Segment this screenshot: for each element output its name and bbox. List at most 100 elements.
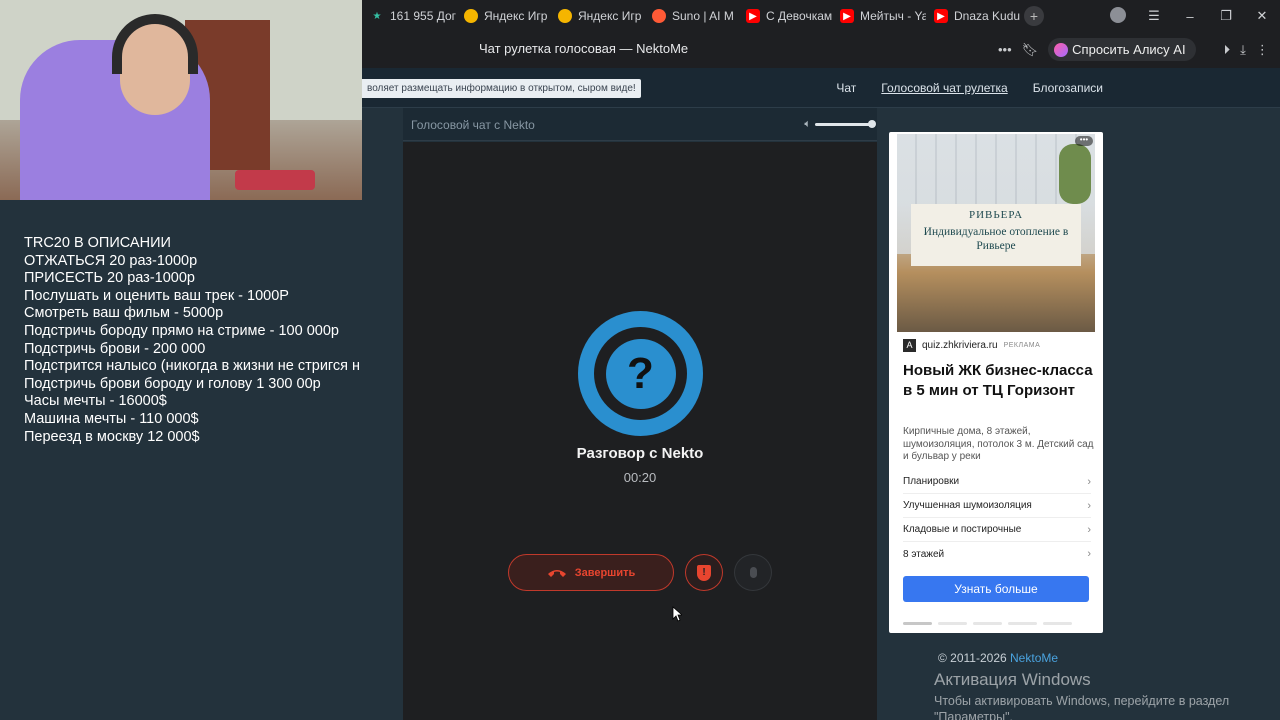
- browser-tab[interactable]: ▶ Мейтыч - Ya: [832, 0, 926, 32]
- site-header: воляет размещать информацию в открытом, …: [362, 68, 1280, 108]
- overlay-line: Подстричь бороду прямо на стриме - 100 0…: [24, 322, 339, 339]
- footer-link[interactable]: NektoMe: [1010, 651, 1058, 665]
- ad-link-item[interactable]: 8 этажей ›: [903, 542, 1091, 566]
- download-icon[interactable]: ⤓: [1240, 42, 1246, 58]
- ad-link-label: Кладовые и постирочные: [903, 524, 1022, 535]
- hangup-icon: [547, 569, 566, 577]
- youtube-icon: ▶: [746, 9, 760, 23]
- ad-link-item[interactable]: Кладовые и постирочные ›: [903, 518, 1091, 542]
- windows-activation-watermark: Активация Windows Чтобы активировать Win…: [934, 670, 1280, 720]
- tab-label: Мейтыч - Ya: [860, 9, 926, 23]
- chevron-right-icon: ›: [1087, 523, 1091, 536]
- carousel-dot[interactable]: [938, 622, 967, 625]
- carousel-dot[interactable]: [973, 622, 1002, 625]
- ad-menu-icon[interactable]: •••: [1075, 136, 1093, 146]
- chevron-right-icon: ›: [1087, 475, 1091, 488]
- ad-tag: РЕКЛАМА: [1003, 342, 1041, 349]
- speaker-icon: 🔈︎: [804, 118, 811, 130]
- browser-tab[interactable]: Яндекс Игр: [550, 0, 644, 32]
- stream-overlay-text: TRC20 В ОПИСАНИИ ОТЖАТЬСЯ 20 раз-1000р П…: [24, 235, 376, 446]
- ad-logo-icon: A: [903, 339, 916, 352]
- chevron-right-icon: ›: [1087, 499, 1091, 512]
- page-title[interactable]: Чат рулетка голосовая — NektoMe: [479, 41, 688, 56]
- ad-cta-button[interactable]: Узнать больше: [903, 576, 1089, 602]
- overlay-line: Послушать и оценить ваш трек - 1000Р: [24, 287, 289, 304]
- shield-icon: !: [697, 564, 711, 581]
- avatar-icon: [1110, 6, 1126, 23]
- tab-label: С Девочкам: [766, 9, 832, 23]
- carousel-dot[interactable]: [903, 622, 932, 625]
- profile-button[interactable]: [1100, 6, 1136, 26]
- tab-label: Яндекс Игр: [484, 9, 548, 23]
- ad-image-banner: РИВЬЕРА Индивидуальное отопление в Ривье…: [911, 204, 1081, 266]
- overlay-line: ПРИСЕСТЬ 20 раз-1000р: [24, 270, 195, 287]
- mic-button[interactable]: [734, 554, 772, 591]
- tab-strip: ★ 161 955 Дог Яндекс Игр Яндекс Игр Suno …: [362, 0, 1044, 32]
- minimize-button[interactable]: –: [1172, 9, 1208, 24]
- overlay-line: Подстрится налысо (никогда в жизни не ст…: [24, 358, 361, 375]
- mic-icon: [749, 567, 757, 578]
- suno-icon: [652, 9, 666, 23]
- youtube-icon: ▶: [934, 9, 948, 23]
- carousel-dot[interactable]: [1008, 622, 1037, 625]
- volume-slider[interactable]: [815, 120, 876, 128]
- overlay-line: Подстричь брови - 200 000: [24, 340, 206, 357]
- ad-link-item[interactable]: Улучшенная шумоизоляция ›: [903, 494, 1091, 518]
- game-face-icon: [464, 9, 478, 23]
- star-icon: ★: [372, 10, 382, 22]
- menu-icon[interactable]: ☰: [1136, 8, 1172, 24]
- ad-link-label: 8 этажей: [903, 548, 945, 560]
- activation-title: Активация Windows: [934, 670, 1091, 689]
- ad-banner[interactable]: РИВЬЕРА Индивидуальное отопление в Ривье…: [889, 132, 1103, 633]
- ad-domain-text: quiz.zhkriviera.ru: [922, 340, 998, 351]
- ask-alisa-button[interactable]: Спросить Алису AI: [1048, 38, 1196, 61]
- ad-links: Планировки › Улучшенная шумоизоляция › Кла…: [903, 470, 1091, 566]
- webcam-overlay: [0, 0, 362, 200]
- tab-label: 161 955 Дог: [390, 9, 456, 23]
- ad-title[interactable]: Новый ЖК бизнес-класса в 5 мин от ТЦ Гор…: [903, 361, 1093, 400]
- overlay-line: ОТЖАТЬСЯ 20 раз-1000р: [24, 252, 198, 269]
- ask-alisa-label: Спросить Алису AI: [1072, 42, 1186, 57]
- bookmark-icon[interactable]: 🔖︎: [1022, 42, 1039, 58]
- ad-link-label: Планировки: [903, 476, 960, 487]
- nav-blog[interactable]: Блогозаписи: [1033, 81, 1103, 95]
- carousel-dot[interactable]: [1043, 622, 1072, 625]
- unknown-user-icon-ring: ?: [594, 327, 687, 420]
- volume-control[interactable]: 🔈︎: [804, 118, 876, 131]
- restore-button[interactable]: ❐: [1208, 8, 1244, 24]
- ad-domain[interactable]: A quiz.zhkriviera.ru РЕКЛАМА: [903, 339, 1040, 352]
- tab-label: Dnaza Kudu: [954, 9, 1020, 23]
- overlay-line: Переезд в москву 12 000$: [24, 428, 200, 445]
- nav-chat[interactable]: Чат: [836, 81, 856, 95]
- browser-tab[interactable]: ▶ С Девочкам: [738, 0, 832, 32]
- ad-carousel-dots: [903, 622, 1072, 625]
- footer: © 2011-2026 NektoMe: [938, 651, 1058, 665]
- more-icon[interactable]: •••: [998, 42, 1012, 57]
- new-tab-button[interactable]: +: [1024, 6, 1044, 26]
- browser-tab[interactable]: ★ 161 955 Дог: [362, 0, 456, 32]
- window-controls: ☰ – ❐ ✕: [1100, 0, 1280, 32]
- nav-voice-roulette[interactable]: Голосовой чат рулетка: [881, 81, 1007, 95]
- browser-tab[interactable]: Яндекс Игр: [456, 0, 550, 32]
- browser-tab[interactable]: Suno | AI M: [644, 0, 738, 32]
- conversation-title: Разговор с Nekto: [576, 445, 704, 462]
- extensions-icon[interactable]: ⋮: [1256, 42, 1269, 58]
- mouse-cursor-icon: [672, 606, 682, 622]
- play-icon[interactable]: ⏵: [1224, 42, 1231, 58]
- overlay-line: Машина мечты - 110 000$: [24, 410, 199, 427]
- volume-knob[interactable]: [868, 120, 876, 128]
- end-call-button[interactable]: Завершить: [508, 554, 674, 591]
- tab-label: Suno | AI M: [672, 9, 734, 23]
- close-window-button[interactable]: ✕: [1244, 8, 1280, 24]
- chat-header: Голосовой чат с Nekto 🔈︎: [403, 108, 877, 141]
- ad-image[interactable]: РИВЬЕРА Индивидуальное отопление в Ривье…: [897, 134, 1095, 332]
- end-call-label: Завершить: [574, 566, 636, 579]
- ad-link-item[interactable]: Планировки ›: [903, 470, 1091, 494]
- chevron-right-icon: ›: [1087, 548, 1091, 560]
- ad-brand: РИВЬЕРА: [968, 209, 1024, 221]
- conversation-timer: 00:20: [623, 470, 657, 485]
- tree-image: [1059, 144, 1091, 204]
- report-button[interactable]: !: [685, 554, 723, 591]
- browser-tab[interactable]: ▶ Dnaza Kudu: [926, 0, 1020, 32]
- alisa-icon: [1054, 42, 1069, 57]
